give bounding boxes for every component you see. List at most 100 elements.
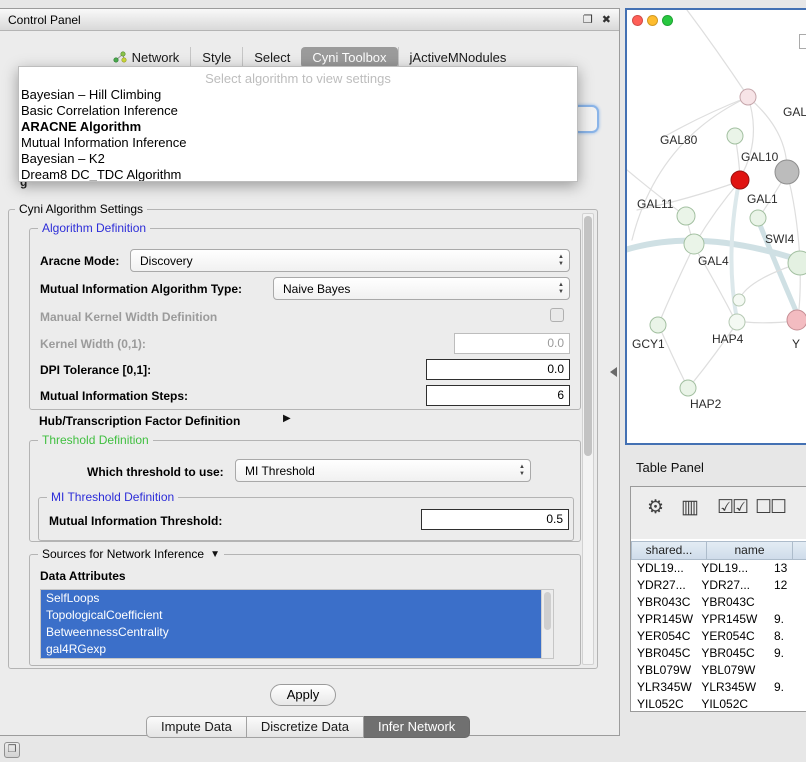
mi-threshold-group: MI Threshold Definition Mutual Informati… [38, 497, 574, 541]
column-selector-icon[interactable]: ▥ [681, 496, 697, 519]
table-row[interactable]: YIL052CYIL052C [631, 696, 806, 712]
network-node[interactable] [684, 234, 704, 254]
tab-cyni-toolbox[interactable]: Cyni Toolbox [301, 47, 397, 68]
table-cell: 13 [768, 560, 806, 577]
settings-gear-icon[interactable]: ⚙ [647, 496, 662, 519]
table-header-row: shared...name [631, 541, 806, 560]
table-row[interactable]: YBR043CYBR043C [631, 594, 806, 611]
minimize-traffic-light-icon[interactable] [647, 15, 658, 26]
algorithm-option[interactable]: Dream8 DC_TDC Algorithm [19, 167, 577, 182]
table-panel-title: Table Panel [636, 460, 704, 475]
network-view-window[interactable]: GALGAL80GAL10GAL11GAL1SWI4GAL4GCY1HAP4YH… [625, 8, 806, 445]
which-threshold-select[interactable]: MI Threshold ▲▼ [235, 459, 531, 482]
tab-label: Network [132, 50, 180, 65]
table-body: YDL19...YDL19...13YDR27...YDR27...12YBR0… [631, 560, 806, 711]
table-cell: 9. [768, 679, 806, 696]
tab-network[interactable]: Network [102, 47, 191, 68]
table-row[interactable]: YDL19...YDL19...13 [631, 560, 806, 577]
threshold-definition-group: Threshold Definition Which threshold to … [29, 440, 581, 542]
aracne-mode-select[interactable]: Discovery ▲▼ [130, 249, 570, 272]
close-traffic-light-icon[interactable] [632, 15, 643, 26]
manual-kernel-width-checkbox[interactable] [550, 308, 564, 322]
table-cell: YDR27... [631, 577, 695, 594]
sources-expander-icon[interactable]: ▼ [210, 549, 220, 560]
network-node[interactable] [729, 314, 745, 330]
attributes-scrollbar[interactable] [541, 590, 553, 658]
data-attributes-listbox[interactable]: SelfLoopsTopologicalCoefficientBetweenne… [40, 589, 554, 659]
node-label: GAL4 [698, 254, 729, 268]
hub-definition-label[interactable]: Hub/Transcription Factor Definition [39, 414, 240, 428]
attribute-list-item[interactable]: TopologicalCoefficient [41, 607, 541, 624]
select-all-rows-icon[interactable]: ☑☑ [717, 496, 747, 519]
table-cell: YDL19... [695, 560, 768, 577]
network-node[interactable] [650, 317, 666, 333]
cyni-algorithm-settings-group: Cyni Algorithm Settings Algorithm Defini… [8, 209, 598, 669]
docked-panel-icon[interactable]: ❐ [4, 742, 20, 758]
tab-style[interactable]: Style [190, 47, 242, 68]
algorithm-option[interactable]: Mutual Information Inference [19, 135, 577, 151]
scrollbar-thumb[interactable] [544, 592, 551, 630]
float-window-icon[interactable]: ❐ [583, 13, 593, 26]
tab-discretize-data[interactable]: Discretize Data [247, 716, 364, 738]
table-row[interactable]: YER054CYER054C8. [631, 628, 806, 645]
combo-value: Discovery [140, 254, 193, 268]
network-node[interactable] [750, 210, 766, 226]
network-canvas[interactable]: GALGAL80GAL10GAL11GAL1SWI4GAL4GCY1HAP4YH… [627, 10, 806, 443]
table-row[interactable]: YPR145WYPR145W9. [631, 611, 806, 628]
tab-infer-network[interactable]: Infer Network [364, 716, 470, 738]
data-attributes-label: Data Attributes [40, 569, 126, 583]
node-label: GAL1 [747, 192, 778, 206]
column-header[interactable]: name [707, 541, 793, 560]
control-panel-window: Control Panel ❐ ✖ Network Style Select C… [0, 8, 620, 736]
scrollbar-thumb[interactable] [584, 216, 592, 456]
attribute-list-item[interactable]: SelfLoops [41, 590, 541, 607]
tab-jactivemodules[interactable]: jActiveMNodules [398, 47, 518, 68]
attribute-list-item[interactable]: gal4RGexp [41, 641, 541, 658]
tab-impute-data[interactable]: Impute Data [146, 716, 247, 738]
network-node[interactable] [680, 380, 696, 396]
mi-steps-field[interactable]: 6 [426, 385, 570, 406]
tab-select[interactable]: Select [242, 47, 301, 68]
apply-button[interactable]: Apply [270, 684, 336, 706]
algorithm-option[interactable]: Bayesian – Hill Climbing [19, 87, 577, 103]
network-node[interactable] [740, 89, 756, 105]
panel-collapse-arrow[interactable] [610, 367, 617, 377]
threshold-definition-title: Threshold Definition [38, 433, 153, 447]
attribute-list-item[interactable]: BetweennessCentrality [41, 624, 541, 641]
deselect-all-rows-icon[interactable]: ☐☐ [755, 496, 785, 519]
network-node[interactable] [727, 128, 743, 144]
table-cell: YER054C [631, 628, 695, 645]
dpi-tolerance-field[interactable]: 0.0 [426, 359, 570, 380]
node-label: HAP4 [712, 332, 744, 346]
settings-scrollbar[interactable] [582, 213, 594, 665]
algorithm-option[interactable]: ARACNE Algorithm [19, 119, 577, 135]
control-panel-titlebar[interactable]: Control Panel ❐ ✖ [0, 9, 619, 31]
table-row[interactable]: YBR045CYBR045C9. [631, 645, 806, 662]
mi-threshold-field[interactable]: 0.5 [421, 509, 569, 530]
network-node[interactable] [787, 310, 806, 330]
column-header[interactable]: shared... [631, 541, 707, 560]
column-header[interactable] [793, 541, 806, 560]
zoom-traffic-light-icon[interactable] [662, 15, 673, 26]
algorithm-option[interactable]: Basic Correlation Inference [19, 103, 577, 119]
table-row[interactable]: YLR345WYLR345W9. [631, 679, 806, 696]
close-window-icon[interactable]: ✖ [602, 13, 611, 26]
table-cell: YIL052C [631, 696, 695, 712]
network-node[interactable] [677, 207, 695, 225]
table-row[interactable]: YDR27...YDR27...12 [631, 577, 806, 594]
network-node[interactable] [775, 160, 799, 184]
node-label: GAL10 [741, 150, 779, 164]
node-GAL10[interactable] [731, 171, 749, 189]
network-node[interactable] [733, 294, 745, 306]
algorithm-option[interactable]: Bayesian – K2 [19, 151, 577, 167]
tab-label: jActiveMNodules [410, 50, 507, 65]
sources-title-wrap[interactable]: Sources for Network Inference ▼ [38, 547, 224, 561]
hub-expander-icon[interactable]: ▶ [283, 413, 291, 424]
table-row[interactable]: YBL079WYBL079W [631, 662, 806, 679]
table-cell: 9. [768, 645, 806, 662]
mi-threshold-group-title: MI Threshold Definition [47, 490, 178, 504]
mi-algorithm-type-select[interactable]: Naive Bayes ▲▼ [273, 277, 570, 300]
algorithm-popup-list: Bayesian – Hill ClimbingBasic Correlatio… [19, 87, 577, 182]
kernel-width-field[interactable]: 0.0 [454, 333, 570, 354]
table-cell: YDR27... [695, 577, 768, 594]
